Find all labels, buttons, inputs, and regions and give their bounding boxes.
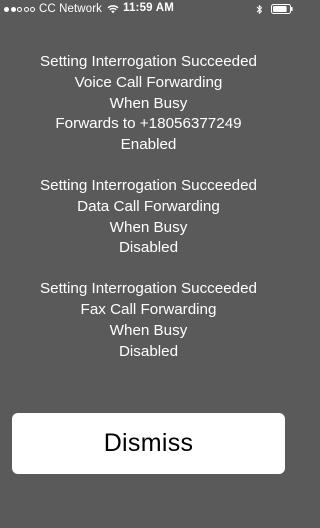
result-service: Fax Call Forwarding	[80, 300, 217, 318]
bluetooth-icon	[256, 4, 262, 14]
status-right	[256, 2, 293, 16]
result-heading: Setting Interrogation Succeeded	[40, 176, 257, 194]
fax-forwarding-result: Setting Interrogation Succeeded Fax Call…	[0, 279, 297, 362]
status-time: 11:59 AM	[122, 2, 175, 14]
result-condition: When Busy	[109, 218, 188, 236]
data-forwarding-result: Setting Interrogation Succeeded Data Cal…	[0, 176, 297, 259]
result-status: Disabled	[118, 342, 179, 360]
result-status: Enabled	[120, 136, 177, 154]
result-heading: Setting Interrogation Succeeded	[40, 280, 257, 298]
interrogation-results: Setting Interrogation Succeeded Voice Ca…	[0, 52, 297, 382]
status-bar: CC Network 11:59 AM	[0, 0, 297, 18]
result-status: Disabled	[118, 239, 179, 257]
result-forward-number: Forwards to +18056377249	[55, 115, 242, 133]
battery-icon	[271, 4, 293, 14]
result-condition: When Busy	[109, 321, 188, 339]
voice-forwarding-result: Setting Interrogation Succeeded Voice Ca…	[0, 52, 297, 156]
result-service: Data Call Forwarding	[77, 197, 220, 215]
dismiss-button[interactable]: Dismiss	[12, 413, 285, 474]
result-service: Voice Call Forwarding	[74, 73, 223, 91]
result-condition: When Busy	[109, 94, 188, 112]
result-heading: Setting Interrogation Succeeded	[40, 53, 257, 70]
